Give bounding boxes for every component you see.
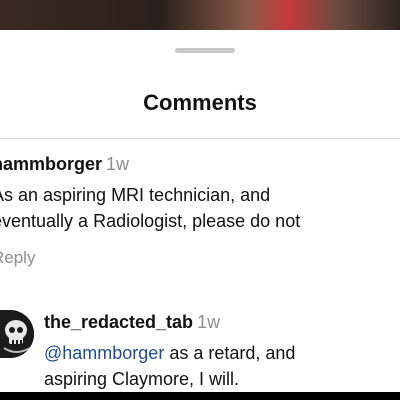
comment-line: @hammborger as a retard, and: [44, 340, 400, 366]
comment-meta: the_redacted_tab 1w: [44, 310, 400, 334]
comment-body: @hammborger as a retard, and aspiring Cl…: [44, 340, 400, 392]
comment-line: As an aspiring MRI technician, and: [0, 185, 271, 205]
comment-body: As an aspiring MRI technician, and event…: [0, 182, 400, 234]
comment-item: hammborger 1w As an aspiring MRI technici…: [0, 152, 400, 268]
mention-link[interactable]: @hammborger: [44, 343, 164, 363]
comment-line: aspiring Claymore, I will.: [44, 369, 240, 389]
post-photo-strip: [0, 0, 400, 30]
drag-handle[interactable]: [175, 48, 235, 53]
sheet-title: Comments: [143, 90, 257, 115]
comment-content: the_redacted_tab 1w @hammborger as a reta…: [44, 310, 400, 392]
reply-button[interactable]: Reply: [0, 248, 400, 268]
comment-time: 1w: [106, 154, 130, 174]
comment-username[interactable]: the_redacted_tab: [44, 312, 193, 332]
header-divider: [0, 138, 400, 139]
comment-time: 1w: [197, 312, 221, 332]
comment-line: eventually a Radiologist, please do not: [0, 211, 301, 231]
comment-meta: hammborger 1w: [0, 152, 400, 176]
comment-text: as a retard, and: [164, 343, 296, 363]
bottom-bar: [0, 392, 400, 400]
comment-username[interactable]: hammborger: [0, 154, 102, 174]
